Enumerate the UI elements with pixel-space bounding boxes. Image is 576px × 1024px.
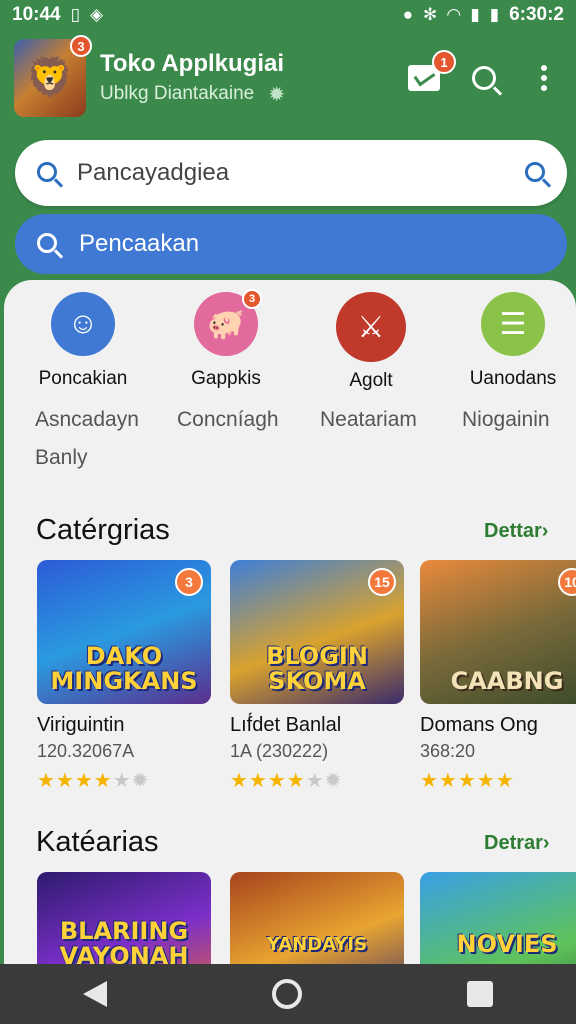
compass-icon: ◈ <box>89 5 104 24</box>
app-card[interactable]: YANDAYIS <box>230 872 404 964</box>
subcategory-item[interactable]: Banly <box>35 446 88 470</box>
subcategory-item[interactable]: Asncadayn <box>35 408 139 432</box>
app-card-thumbnail: 10 CAABNG <box>420 560 576 704</box>
app-card[interactable]: 3 DAKO MINGKANS Viriguintin 120.32067A ★… <box>37 560 211 793</box>
app-card-thumbnail: 15 BLOGIN SKOMA <box>230 560 404 704</box>
inbox-badge: 1 <box>432 50 456 74</box>
search-input[interactable]: Pancayadgiea <box>15 140 567 206</box>
section-title: Katéarias <box>36 826 159 858</box>
category-label: Gappkis <box>191 368 261 389</box>
category-badge: 3 <box>242 289 262 309</box>
search-icon <box>37 229 57 260</box>
thumbnail-art-text: YANDAYIS <box>266 933 368 955</box>
card-badge: 10 <box>558 568 576 596</box>
app-card-meta: 120.32067A <box>37 741 135 761</box>
warrior-icon: ⚔ <box>336 292 406 362</box>
logo-badge: 3 <box>70 35 92 57</box>
chevron-right-icon: › <box>542 832 550 854</box>
category-label: Uanodans <box>469 368 557 389</box>
rating-stars: ★★★★★ <box>420 770 515 792</box>
header-actions: 1 <box>406 50 562 96</box>
rating-stars: ★★★★★✹ <box>230 770 343 792</box>
category-label: Poncakian <box>38 368 128 389</box>
app-card-thumbnail: BLARIING VAYONAH <box>37 872 211 964</box>
status-time: 10:44 <box>12 4 61 25</box>
lion-icon: 🦁 <box>26 57 74 99</box>
gear-icon[interactable]: ✹ <box>268 82 285 107</box>
system-nav-bar <box>0 964 576 1024</box>
category-item-uanodans[interactable]: ☰ Uanodans <box>448 292 576 390</box>
search-submit-icon[interactable] <box>525 158 545 189</box>
status-bar: 10:44 ▯ ◈ ● ✻ ◠ ▮ ▮ 6:30:2 <box>0 0 576 30</box>
header-text: Toko Applkugiai Ublkg Diantakaine ✹ <box>100 50 406 107</box>
main-panel: ☺ Poncakian 🐖 3 Gappkis ⚔ Agolt ☰ Uanoda… <box>4 280 576 964</box>
category-item-agolt[interactable]: ⚔ Agolt <box>306 292 436 392</box>
battery-icon: ▮ <box>489 5 500 24</box>
app-card-name: Viriguintin <box>37 714 125 736</box>
app-card[interactable]: 10 CAABNG Domans Ong 368:20 ★★★★★ <box>420 560 576 793</box>
app-logo[interactable]: 🦁 3 <box>14 35 92 117</box>
app-card-thumbnail: NOVIES <box>420 872 576 964</box>
inbox-button[interactable]: 1 <box>406 50 456 96</box>
search-placeholder: Pancayadgiea <box>77 159 230 186</box>
category-label: Agolt <box>349 370 393 391</box>
chevron-right-icon: › <box>541 520 549 542</box>
app-title: Toko Applkugiai <box>100 49 284 77</box>
subcategory-item[interactable]: Concníagh <box>177 408 279 432</box>
do-not-disturb-icon: ● <box>402 5 414 24</box>
back-icon[interactable] <box>82 981 107 1007</box>
subcategory-item[interactable]: Neatariam <box>320 408 417 432</box>
see-more-link[interactable]: Dettar› <box>484 520 548 543</box>
search-button-bar[interactable]: Pencaakan <box>15 214 567 274</box>
see-more-link[interactable]: Detrar› <box>484 832 550 855</box>
app-card-thumbnail: 3 DAKO MINGKANS <box>37 560 211 704</box>
thumbnail-art-text: BLARIING VAYONAH <box>59 917 189 965</box>
wifi-icon: ◠ <box>447 5 461 24</box>
category-row: ☺ Poncakian 🐖 3 Gappkis ⚔ Agolt ☰ Uanoda… <box>4 289 576 402</box>
category-item-gappkis[interactable]: 🐖 3 Gappkis <box>161 289 291 390</box>
thumbnail-art-text: CAABNG <box>450 667 564 695</box>
more-vertical-icon <box>541 65 547 91</box>
thumbnail-art-text: DAKO MINGKANS <box>50 642 198 695</box>
app-subtitle: Ublkg Diantakaine <box>100 83 255 104</box>
card-badge: 3 <box>175 568 203 596</box>
status-right: ● ✻ ◠ ▮ ▮ 6:30:2 <box>403 4 564 26</box>
section-title: Catérgrias <box>36 514 170 546</box>
box-smile-icon: ☺ <box>51 292 115 356</box>
category-item-poncakian[interactable]: ☺ Poncakian <box>18 292 148 390</box>
more-menu-button[interactable] <box>526 60 562 96</box>
app-card-meta: 368:20 <box>420 741 476 761</box>
pig-icon: 🐖 3 <box>194 289 262 356</box>
signal-icon: ▮ <box>470 5 480 24</box>
app-card-name: Domans Ong <box>420 714 538 736</box>
subcategory-item[interactable]: Niogainin <box>462 408 550 432</box>
search-button[interactable] <box>466 60 502 96</box>
rating-stars: ★★★★★✹ <box>37 770 150 792</box>
bluetooth-icon: ✻ <box>423 5 438 24</box>
see-more-label: Dettar <box>484 520 542 542</box>
app-card[interactable]: BLARIING VAYONAH <box>37 872 211 964</box>
card-badge: 15 <box>368 568 396 596</box>
app-subtitle-row: Ublkg Diantakaine ✹ <box>100 82 406 107</box>
app-card-thumbnail: YANDAYIS <box>230 872 404 964</box>
status-clock-right: 6:30:2 <box>509 4 564 25</box>
list-icon: ☰ <box>481 292 545 356</box>
sim-icon: ▯ <box>70 5 80 24</box>
app-card[interactable]: NOVIES <box>420 872 576 964</box>
home-icon[interactable] <box>271 979 302 1009</box>
app-card[interactable]: 15 BLOGIN SKOMA Lıf́det Banlal 1A (23022… <box>230 560 404 793</box>
status-left: 10:44 ▯ ◈ <box>12 4 103 26</box>
app-card-meta: 1A (230222) <box>230 741 329 761</box>
search-icon <box>37 158 57 189</box>
thumbnail-art-text: BLOGIN SKOMA <box>266 642 368 695</box>
search-bar-label: Pencaakan <box>79 230 200 257</box>
see-more-label: Detrar <box>484 832 543 854</box>
app-card-name: Lıf́det Banlal <box>230 714 342 736</box>
thumbnail-art-text: NOVIES <box>456 929 558 958</box>
app-header: 🦁 3 Toko Applkugiai Ublkg Diantakaine ✹ … <box>14 35 562 118</box>
search-icon <box>472 66 496 90</box>
recents-icon[interactable] <box>467 981 494 1007</box>
